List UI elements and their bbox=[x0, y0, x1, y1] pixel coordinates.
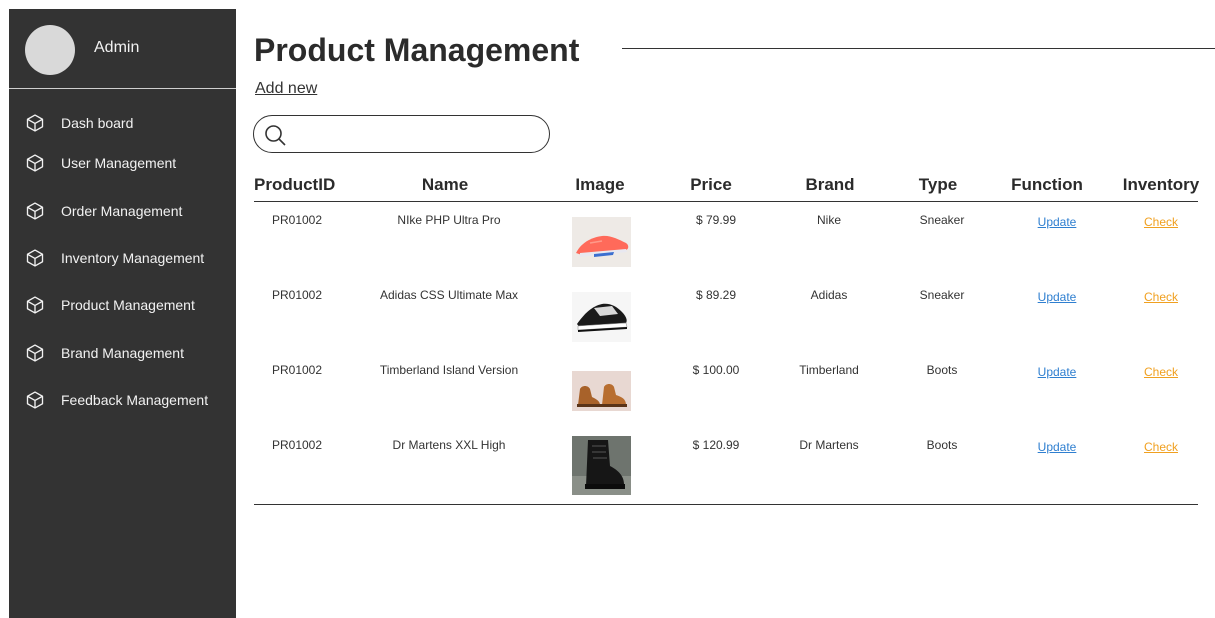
cell-price: $ 100.00 bbox=[692, 363, 740, 377]
cell-brand: Nike bbox=[816, 213, 842, 227]
cell-price: $ 89.29 bbox=[695, 288, 737, 302]
cell-brand: Timberland bbox=[799, 363, 859, 377]
table-row: PR01002 Dr Martens XXL High $ 120.99 Dr … bbox=[254, 428, 1198, 503]
sidebar-item-product-management[interactable]: Product Management bbox=[9, 287, 236, 323]
table-row: PR01002 Adidas CSS Ultimate Max $ 89.29 … bbox=[254, 278, 1198, 353]
sidebar-item-label: Product Management bbox=[61, 297, 195, 313]
admin-name: Admin bbox=[94, 39, 140, 56]
cube-icon bbox=[26, 249, 44, 267]
check-inventory-link[interactable]: Check bbox=[1144, 290, 1178, 304]
table-bottom-rule bbox=[254, 504, 1198, 505]
product-image[interactable] bbox=[572, 436, 631, 495]
sidebar-item-brand-management[interactable]: Brand Management bbox=[9, 335, 236, 371]
column-header-productid[interactable]: ProductID bbox=[254, 175, 335, 195]
table-row: PR01002 NIke PHP Ultra Pro $ 79.99 Nike … bbox=[254, 203, 1198, 278]
column-header-price[interactable]: Price bbox=[690, 175, 732, 195]
update-link[interactable]: Update bbox=[1038, 215, 1077, 229]
update-link[interactable]: Update bbox=[1038, 365, 1077, 379]
sidebar: Admin Dash board User Management Order M… bbox=[9, 9, 236, 618]
cube-icon bbox=[26, 114, 44, 132]
cell-type: Boots bbox=[926, 438, 958, 452]
column-header-type[interactable]: Type bbox=[919, 175, 957, 195]
cell-brand: Adidas bbox=[810, 288, 848, 302]
sidebar-item-label: Inventory Management bbox=[61, 250, 205, 266]
search-icon[interactable] bbox=[263, 123, 287, 147]
sidebar-item-feedback-management[interactable]: Feedback Management bbox=[9, 382, 236, 418]
cell-product-name: NIke PHP Ultra Pro bbox=[397, 213, 501, 227]
product-image[interactable] bbox=[572, 371, 631, 411]
update-link[interactable]: Update bbox=[1038, 290, 1077, 304]
cell-type: Boots bbox=[926, 363, 958, 377]
cube-icon bbox=[26, 296, 44, 314]
sidebar-item-label: User Management bbox=[61, 155, 177, 171]
cell-brand: Dr Martens bbox=[799, 438, 859, 452]
update-link[interactable]: Update bbox=[1038, 440, 1077, 454]
product-image[interactable] bbox=[572, 217, 631, 267]
cell-type: Sneaker bbox=[919, 213, 965, 227]
cube-icon bbox=[26, 391, 44, 409]
sidebar-item-user-management[interactable]: User Management bbox=[9, 145, 236, 181]
sidebar-item-label: Order Management bbox=[61, 203, 183, 219]
cell-product-id: PR01002 bbox=[271, 288, 323, 302]
sidebar-item-label: Dash board bbox=[61, 115, 134, 131]
cube-icon bbox=[26, 202, 44, 220]
check-inventory-link[interactable]: Check bbox=[1144, 365, 1178, 379]
sidebar-item-label: Feedback Management bbox=[61, 392, 209, 408]
column-header-name[interactable]: Name bbox=[422, 175, 468, 195]
admin-profile[interactable]: Admin bbox=[9, 9, 236, 89]
cell-price: $ 120.99 bbox=[692, 438, 740, 452]
title-divider bbox=[622, 48, 1215, 49]
cell-product-name: Adidas CSS Ultimate Max bbox=[379, 288, 519, 302]
sidebar-item-label: Brand Management bbox=[61, 345, 184, 361]
sidebar-divider bbox=[9, 88, 236, 89]
column-header-brand[interactable]: Brand bbox=[805, 175, 854, 195]
cell-product-name: Timberland Island Version bbox=[379, 363, 519, 377]
product-image[interactable] bbox=[572, 292, 631, 342]
column-header-function[interactable]: Function bbox=[1011, 175, 1083, 195]
cell-product-name: Dr Martens XXL High bbox=[392, 438, 506, 452]
add-new-link[interactable]: Add new bbox=[255, 80, 317, 98]
check-inventory-link[interactable]: Check bbox=[1144, 440, 1178, 454]
column-header-image[interactable]: Image bbox=[575, 175, 624, 195]
cube-icon bbox=[26, 344, 44, 362]
sidebar-item-inventory-management[interactable]: Inventory Management bbox=[9, 240, 236, 276]
sidebar-item-dashboard[interactable]: Dash board bbox=[9, 105, 236, 141]
sidebar-item-order-management[interactable]: Order Management bbox=[9, 193, 236, 229]
page-title: Product Management bbox=[254, 32, 580, 68]
cell-price: $ 79.99 bbox=[695, 213, 737, 227]
cell-product-id: PR01002 bbox=[271, 213, 323, 227]
table-header: ProductID Name Image Price Brand Type Fu… bbox=[254, 170, 1200, 202]
cell-product-id: PR01002 bbox=[271, 363, 323, 377]
search-box[interactable] bbox=[253, 115, 550, 153]
check-inventory-link[interactable]: Check bbox=[1144, 215, 1178, 229]
avatar[interactable] bbox=[25, 25, 75, 75]
table-row: PR01002 Timberland Island Version $ 100.… bbox=[254, 353, 1198, 428]
search-input[interactable] bbox=[294, 122, 534, 146]
cell-type: Sneaker bbox=[919, 288, 965, 302]
cell-product-id: PR01002 bbox=[271, 438, 323, 452]
column-header-inventory[interactable]: Inventory bbox=[1123, 175, 1200, 195]
cube-icon bbox=[26, 154, 44, 172]
